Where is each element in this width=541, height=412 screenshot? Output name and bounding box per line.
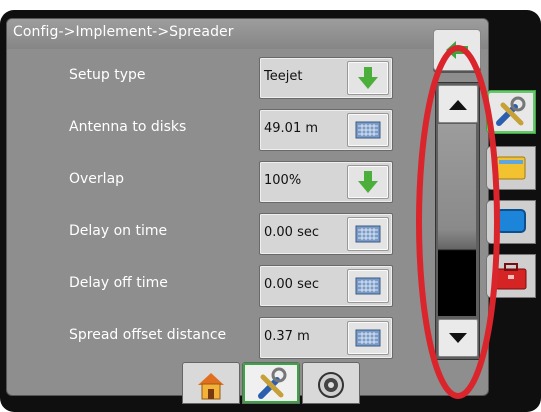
tools-icon: [496, 96, 526, 126]
breadcrumb: Config->Implement->Spreader: [13, 24, 234, 40]
back-button[interactable]: [433, 29, 481, 71]
setting-row-overlap: Overlap 100%: [7, 155, 425, 205]
side-tab-monitor[interactable]: [486, 200, 536, 244]
setting-label: Setup type: [69, 67, 146, 83]
keyboard-button[interactable]: [347, 217, 389, 251]
scroll-up-icon: [449, 100, 467, 110]
monitor-icon: [496, 209, 526, 233]
back-arrow-icon: [446, 41, 468, 59]
delay-off-time-field[interactable]: 0.00 sec: [259, 265, 393, 307]
folder-icon: [496, 156, 526, 180]
nav-home-button[interactable]: [182, 362, 240, 404]
down-arrow-icon: [358, 171, 378, 193]
setting-row-spread-offset: Spread offset distance 0.37 m: [7, 311, 425, 359]
side-tab-tools[interactable]: [486, 90, 536, 134]
settings-list: Setup type Teejet Antenna to disks 49.01…: [7, 51, 425, 359]
vertical-scrollbar[interactable]: [435, 82, 480, 360]
setting-row-antenna-to-disks: Antenna to disks 49.01 m: [7, 103, 425, 153]
setting-row-setup-type: Setup type Teejet: [7, 51, 425, 101]
setting-row-delay-on: Delay on time 0.00 sec: [7, 207, 425, 257]
gauge-icon: [318, 372, 344, 398]
bottom-navigation: [174, 362, 366, 404]
antenna-to-disks-field[interactable]: 49.01 m: [259, 109, 393, 151]
setting-label: Delay on time: [69, 223, 168, 239]
setting-value: 49.01 m: [264, 121, 319, 136]
setting-label: Spread offset distance: [69, 327, 227, 343]
keyboard-button[interactable]: [347, 321, 389, 355]
setting-value: 100%: [264, 173, 302, 188]
keyboard-icon: [355, 225, 381, 243]
down-arrow-icon: [358, 67, 378, 89]
title-bar: Config->Implement->Spreader: [7, 19, 488, 49]
console-screen: Config->Implement->Spreader Setup type T…: [6, 18, 489, 396]
setting-label: Overlap: [69, 171, 125, 187]
tools-icon: [258, 367, 287, 399]
setting-value: 0.00 sec: [264, 225, 319, 240]
setting-value: 0.00 sec: [264, 277, 319, 292]
side-tab-folder[interactable]: [486, 146, 536, 190]
setting-value: 0.37 m: [264, 329, 310, 344]
dropdown-button[interactable]: [347, 165, 389, 199]
overlap-selector[interactable]: 100%: [259, 161, 393, 203]
keyboard-button[interactable]: [347, 269, 389, 303]
setting-row-delay-off: Delay off time 0.00 sec: [7, 259, 425, 309]
keyboard-button[interactable]: [347, 113, 389, 147]
side-tab-toolbox[interactable]: [486, 254, 536, 298]
toolbox-icon: [495, 263, 527, 290]
delay-on-time-field[interactable]: 0.00 sec: [259, 213, 393, 255]
setup-type-selector[interactable]: Teejet: [259, 57, 393, 99]
nav-gauge-button[interactable]: [302, 362, 360, 404]
keyboard-icon: [355, 121, 381, 139]
setting-value: Teejet: [264, 69, 303, 84]
scroll-track[interactable]: [438, 124, 476, 316]
scroll-down-button[interactable]: [438, 319, 478, 357]
dropdown-button[interactable]: [347, 61, 389, 95]
spread-offset-field[interactable]: 0.37 m: [259, 317, 393, 359]
nav-config-button[interactable]: [242, 362, 300, 404]
setting-label: Delay off time: [69, 275, 168, 291]
scroll-down-icon: [449, 333, 467, 343]
home-icon: [198, 373, 224, 400]
keyboard-icon: [355, 277, 381, 295]
setting-label: Antenna to disks: [69, 119, 187, 135]
scroll-up-button[interactable]: [438, 85, 478, 123]
keyboard-icon: [355, 329, 381, 347]
